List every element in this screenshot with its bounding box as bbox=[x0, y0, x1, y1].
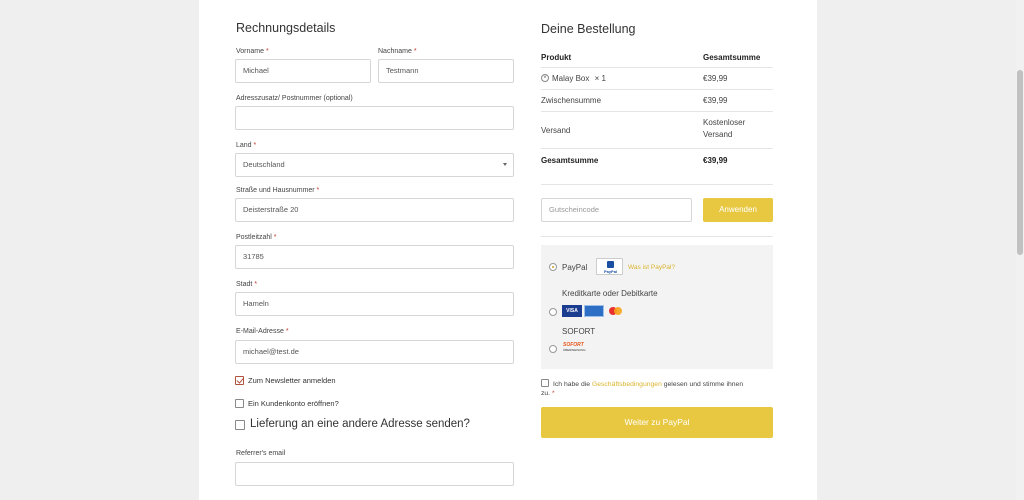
paypal-logo: PayPal bbox=[596, 258, 623, 275]
required-mark: * bbox=[551, 390, 555, 397]
order-col-product: Produkt bbox=[541, 53, 572, 62]
subtotal-value: €39,99 bbox=[703, 96, 728, 105]
order-divider bbox=[541, 89, 773, 90]
card-radio[interactable] bbox=[549, 308, 557, 316]
paypal-radio[interactable] bbox=[549, 263, 557, 271]
city-label-text: Stadt bbox=[236, 281, 253, 288]
ship-different-label: Lieferung an eine andere Adresse senden? bbox=[250, 418, 470, 430]
first-name-label-text: Vorname bbox=[236, 48, 265, 55]
city-label: Stadt * bbox=[236, 281, 257, 288]
card-label: Kreditkarte oder Debitkarte bbox=[562, 289, 658, 298]
create-account-label: Ein Kundenkonto eröffnen? bbox=[248, 399, 339, 408]
checkout-page: Rechnungsdetails Vorname * Michael Nachn… bbox=[199, 0, 817, 500]
terms-suffix: gelesen und stimme ihnen bbox=[663, 381, 744, 388]
order-item-price: €39,99 bbox=[703, 74, 728, 83]
subtotal-label: Zwischensumme bbox=[541, 96, 602, 105]
proceed-to-paypal-button[interactable]: Weiter zu PayPal bbox=[541, 407, 773, 438]
what-is-paypal-link[interactable]: Was ist PayPal? bbox=[628, 264, 675, 271]
coupon-input[interactable]: Gutscheincode bbox=[541, 198, 692, 222]
street-label: Straße und Hausnummer * bbox=[236, 187, 319, 194]
street-label-text: Straße und Hausnummer bbox=[236, 187, 315, 194]
address2-label: Adresszusatz/ Postnummer (optional) bbox=[236, 95, 353, 102]
terms-prefix: Ich habe die bbox=[553, 381, 591, 388]
email-label: E-Mail-Adresse * bbox=[236, 328, 289, 335]
address2-field[interactable] bbox=[235, 106, 514, 130]
terms-line2-text: zu. bbox=[541, 390, 551, 397]
city-field[interactable]: Hameln bbox=[235, 292, 514, 316]
email-field[interactable]: michael@test.de bbox=[235, 340, 514, 364]
country-label: Land * bbox=[236, 142, 256, 149]
payment-methods-box: PayPal PayPal Was ist PayPal? Kreditkart… bbox=[541, 245, 773, 369]
terms-checkbox[interactable] bbox=[541, 379, 549, 387]
email-label-text: E-Mail-Adresse bbox=[236, 328, 284, 335]
terms-line2: zu. * bbox=[541, 390, 555, 397]
paypal-logo-icon bbox=[607, 261, 614, 268]
last-name-field[interactable]: Testmann bbox=[378, 59, 514, 83]
first-name-field[interactable]: Michael bbox=[235, 59, 371, 83]
sofort-logo-sub: ÜBERWEISUNG bbox=[563, 348, 586, 352]
shipping-value-line1: Kostenloser bbox=[703, 118, 746, 127]
order-item-name: Malay Box bbox=[552, 74, 590, 83]
required-mark: * bbox=[413, 48, 417, 55]
required-mark: * bbox=[316, 187, 320, 194]
required-mark: * bbox=[273, 234, 277, 241]
required-mark: * bbox=[253, 142, 257, 149]
order-divider bbox=[541, 148, 773, 149]
order-divider bbox=[541, 184, 773, 185]
last-name-label: Nachname * bbox=[378, 48, 417, 55]
visa-logo: VISA bbox=[562, 305, 582, 317]
country-select-value: Deutschland bbox=[243, 160, 285, 169]
order-divider bbox=[541, 236, 773, 237]
newsletter-checkbox[interactable] bbox=[235, 376, 244, 385]
terms-text: Ich habe die Geschäftsbedingungen gelese… bbox=[553, 379, 775, 390]
zip-label: Postleitzahl * bbox=[236, 234, 276, 241]
zip-field[interactable]: 31785 bbox=[235, 245, 514, 269]
mastercard-orange-circle bbox=[614, 307, 622, 315]
remove-item-icon[interactable]: × bbox=[541, 74, 549, 82]
sofort-logo: SOFORT ÜBERWEISUNG bbox=[563, 342, 590, 354]
required-mark: * bbox=[265, 48, 269, 55]
chevron-down-icon bbox=[503, 163, 507, 166]
billing-title: Rechnungsdetails bbox=[236, 21, 336, 35]
page-scrollbar[interactable] bbox=[1016, 0, 1024, 500]
paypal-logo-text: PayPal bbox=[603, 269, 618, 274]
newsletter-label: Zum Newsletter anmelden bbox=[248, 376, 336, 385]
mastercard-logo bbox=[607, 306, 625, 316]
paypal-label: PayPal bbox=[562, 263, 588, 272]
referrer-label: Referrer's email bbox=[236, 450, 286, 457]
order-item: Malay Box × 1 bbox=[552, 74, 606, 83]
total-value: €39,99 bbox=[703, 156, 728, 165]
shipping-label: Versand bbox=[541, 126, 571, 135]
order-item-qty: × 1 bbox=[594, 74, 606, 83]
street-field[interactable]: Deisterstraße 20 bbox=[235, 198, 514, 222]
first-name-label: Vorname * bbox=[236, 48, 269, 55]
apply-coupon-button[interactable]: Anwenden bbox=[703, 198, 773, 222]
order-col-total: Gesamtsumme bbox=[703, 53, 761, 62]
terms-link[interactable]: Geschäftsbedingungen bbox=[592, 381, 662, 388]
zip-label-text: Postleitzahl bbox=[236, 234, 272, 241]
ship-different-checkbox[interactable] bbox=[235, 420, 245, 430]
order-divider bbox=[541, 111, 773, 112]
order-divider bbox=[541, 67, 773, 68]
last-name-label-text: Nachname bbox=[378, 48, 412, 55]
total-label: Gesamtsumme bbox=[541, 156, 599, 165]
required-mark: * bbox=[254, 281, 258, 288]
shipping-value-line2: Versand bbox=[703, 130, 733, 139]
country-select[interactable]: Deutschland bbox=[235, 153, 514, 177]
country-label-text: Land bbox=[236, 142, 252, 149]
amex-logo bbox=[584, 305, 604, 317]
required-mark: * bbox=[285, 328, 289, 335]
sofort-label: SOFORT bbox=[562, 327, 596, 336]
sofort-radio[interactable] bbox=[549, 345, 557, 353]
create-account-checkbox[interactable] bbox=[235, 399, 244, 408]
referrer-email-field[interactable] bbox=[235, 462, 514, 486]
scrollbar-thumb[interactable] bbox=[1017, 70, 1023, 255]
order-title: Deine Bestellung bbox=[541, 22, 636, 36]
